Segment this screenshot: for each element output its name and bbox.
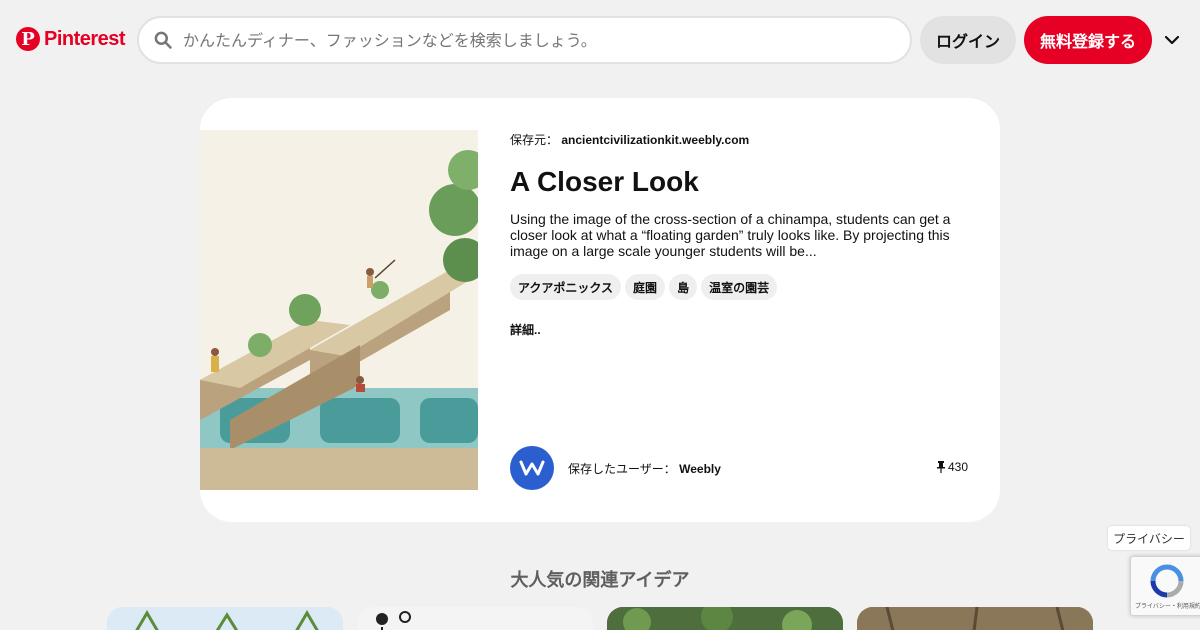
related-thumb[interactable] xyxy=(107,607,343,630)
source-domain[interactable]: ancientcivilizationkit.weebly.com xyxy=(561,133,749,147)
related-thumb[interactable] xyxy=(357,607,593,630)
pin-icon xyxy=(936,461,945,473)
chevron-down-icon[interactable] xyxy=(1162,30,1182,50)
save-count: 430 xyxy=(936,460,968,474)
pin-image[interactable] xyxy=(200,130,488,490)
pin-description: Using the image of the cross-section of … xyxy=(510,211,951,259)
weebly-logo-icon xyxy=(519,460,545,476)
chinampa-illustration xyxy=(200,130,488,490)
avatar[interactable] xyxy=(510,446,554,490)
recaptcha-icon xyxy=(1150,564,1184,598)
tag-chip[interactable]: 島 xyxy=(669,274,698,300)
pin-card: 保存元： ancientcivilizationkit.weebly.com A… xyxy=(200,98,1000,522)
related-heading: 大人気の関連アイデア xyxy=(510,570,690,590)
related-thumb[interactable] xyxy=(857,607,1093,630)
saver-row: 保存したユーザー： Weebly 430 xyxy=(510,446,970,490)
more-details-link[interactable]: 詳細.. xyxy=(510,321,541,338)
search-bar[interactable] xyxy=(137,16,912,64)
related-thumb-image xyxy=(107,607,343,630)
tag-chip[interactable]: アクアポニックス xyxy=(510,274,622,300)
pin-source[interactable]: 保存元： ancientcivilizationkit.weebly.com xyxy=(510,131,749,148)
search-input[interactable] xyxy=(183,30,863,50)
search-icon xyxy=(154,31,172,49)
signup-button[interactable]: 無料登録する xyxy=(1024,16,1152,64)
pin-details: 保存元： ancientcivilizationkit.weebly.com A… xyxy=(510,98,970,522)
saver-prefix: 保存したユーザー： xyxy=(568,461,676,476)
source-prefix: 保存元： xyxy=(510,133,559,147)
brand-name: Pinterest xyxy=(44,27,126,50)
related-thumb-image xyxy=(607,607,843,630)
saver-text: 保存したユーザー： Weebly xyxy=(568,460,721,477)
privacy-button[interactable]: プライバシー xyxy=(1108,526,1190,550)
related-thumb-image xyxy=(857,607,1093,630)
pinterest-logo-icon: P xyxy=(16,27,40,51)
related-thumb[interactable] xyxy=(607,607,843,630)
saver-name[interactable]: Weebly xyxy=(679,462,721,476)
related-thumb-image xyxy=(357,607,593,630)
tag-chip[interactable]: 温室の園芸 xyxy=(701,274,778,300)
related-grid xyxy=(107,607,1093,630)
recaptcha-terms[interactable]: プライバシー・利用規約 xyxy=(1135,601,1200,610)
pin-title: A Closer Look xyxy=(510,166,699,197)
save-count-value: 430 xyxy=(947,460,968,474)
top-bar: P Pinterest ログイン 無料登録する xyxy=(0,0,1200,80)
pin-tags: アクアポニックス 庭園 島 温室の園芸 xyxy=(510,274,778,300)
tag-chip[interactable]: 庭園 xyxy=(625,274,666,300)
pinterest-logo[interactable]: P Pinterest xyxy=(16,27,126,51)
login-button[interactable]: ログイン xyxy=(920,16,1016,64)
recaptcha-badge[interactable]: プライバシー・利用規約 xyxy=(1130,556,1200,616)
